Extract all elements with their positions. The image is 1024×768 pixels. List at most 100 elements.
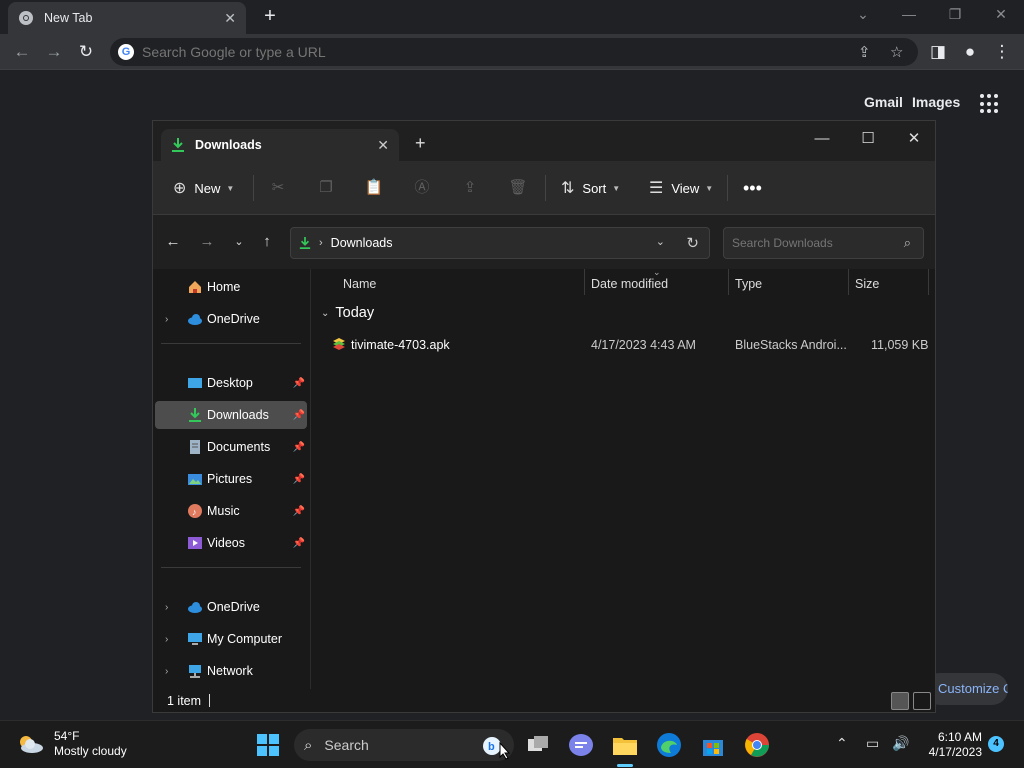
column-divider[interactable] bbox=[728, 269, 729, 295]
new-tab-button[interactable]: + bbox=[415, 133, 426, 154]
nav-item-videos[interactable]: Videos 📌 bbox=[155, 529, 307, 557]
nav-item-documents[interactable]: Documents 📌 bbox=[155, 433, 307, 461]
taskbar-search[interactable]: ⌕ Search b bbox=[294, 729, 514, 761]
reload-icon[interactable]: ↻ bbox=[74, 40, 98, 64]
tiles-view-button[interactable] bbox=[913, 692, 931, 710]
address-bar[interactable]: › Downloads ⌄ ↻ bbox=[290, 227, 710, 259]
task-view-icon[interactable] bbox=[524, 731, 552, 759]
maximize-button[interactable]: ☐ bbox=[845, 125, 891, 155]
omnibox-input[interactable] bbox=[142, 44, 822, 60]
column-header-date-modified[interactable]: Date modified bbox=[591, 277, 668, 291]
nav-item-onedrive-top[interactable]: › OneDrive bbox=[155, 305, 307, 333]
back-icon[interactable]: ← bbox=[163, 232, 183, 252]
omnibox[interactable]: G ⇪ ☆ bbox=[110, 38, 918, 66]
search-box[interactable]: ⌕ bbox=[723, 227, 924, 259]
group-header-today[interactable]: ⌄ Today bbox=[321, 305, 374, 321]
delete-icon[interactable]: 🗑 bbox=[507, 177, 529, 199]
notification-badge[interactable]: 4 bbox=[988, 736, 1004, 752]
pin-icon[interactable]: 📌 bbox=[293, 410, 305, 421]
explorer-tab-downloads[interactable]: Downloads ✕ bbox=[161, 129, 399, 161]
teams-chat-icon[interactable] bbox=[567, 731, 595, 759]
forward-icon[interactable]: → bbox=[197, 232, 217, 252]
column-divider[interactable] bbox=[848, 269, 849, 295]
cut-icon[interactable]: ✂ bbox=[267, 177, 289, 199]
nav-item-my-computer[interactable]: › My Computer bbox=[155, 625, 307, 653]
chevron-down-icon: ▼ bbox=[705, 183, 714, 193]
pin-icon[interactable]: 📌 bbox=[293, 538, 305, 549]
chrome-icon[interactable] bbox=[743, 731, 771, 759]
chevron-down-icon[interactable]: ⌄ bbox=[656, 235, 665, 248]
expand-chevron-icon[interactable]: › bbox=[165, 602, 168, 613]
google-apps-icon[interactable] bbox=[980, 94, 1000, 114]
up-icon[interactable]: ↑ bbox=[257, 232, 277, 252]
column-header-name[interactable]: Name bbox=[343, 277, 376, 291]
share-icon[interactable]: ⇪ bbox=[858, 43, 871, 61]
nav-item-pictures[interactable]: Pictures 📌 bbox=[155, 465, 307, 493]
rename-icon[interactable]: Ⓐ bbox=[411, 177, 433, 199]
chrome-toolbar: ← → ↻ G ⇪ ☆ ◨ ● ⋮ bbox=[0, 34, 1024, 70]
collapse-chevron-icon[interactable]: ⌄ bbox=[321, 308, 329, 319]
bookmark-star-icon[interactable]: ☆ bbox=[890, 43, 903, 61]
images-link[interactable]: Images bbox=[912, 94, 960, 110]
pin-icon[interactable]: 📌 bbox=[293, 506, 305, 517]
profile-icon[interactable]: ● bbox=[958, 40, 982, 64]
tab-search-icon[interactable]: ⌄ bbox=[840, 0, 886, 30]
customize-chrome-button[interactable]: Customize Chrome bbox=[924, 673, 1008, 705]
windows-start-icon[interactable] bbox=[254, 731, 282, 759]
show-hidden-icons-icon[interactable]: ⌃ bbox=[836, 735, 848, 752]
forward-icon[interactable]: → bbox=[42, 40, 66, 64]
close-tab-icon[interactable]: ✕ bbox=[377, 137, 389, 154]
nav-item-music[interactable]: ♪ Music 📌 bbox=[155, 497, 307, 525]
close-tab-icon[interactable]: ✕ bbox=[224, 10, 236, 27]
microsoft-store-icon[interactable] bbox=[699, 731, 727, 759]
pin-icon[interactable]: 📌 bbox=[293, 474, 305, 485]
expand-chevron-icon[interactable]: › bbox=[165, 634, 168, 645]
breadcrumb-downloads[interactable]: Downloads bbox=[331, 236, 393, 250]
restore-button[interactable]: ❐ bbox=[932, 0, 978, 30]
chrome-menu-icon[interactable]: ⋮ bbox=[990, 40, 1014, 64]
volume-icon[interactable]: 🔊 bbox=[892, 735, 909, 752]
new-button[interactable]: ⊕ New ▼ bbox=[173, 177, 234, 199]
view-button[interactable]: ☰ View ▼ bbox=[649, 177, 713, 199]
recent-locations-icon[interactable]: ⌄ bbox=[229, 232, 249, 252]
details-view-button[interactable] bbox=[891, 692, 909, 710]
side-panel-icon[interactable]: ◨ bbox=[926, 40, 950, 64]
minimize-button[interactable]: — bbox=[886, 0, 932, 30]
expand-chevron-icon[interactable]: › bbox=[165, 666, 168, 677]
nav-item-home[interactable]: Home bbox=[155, 273, 307, 301]
nav-item-network[interactable]: › Network bbox=[155, 657, 307, 685]
close-window-button[interactable]: ✕ bbox=[978, 0, 1024, 30]
column-divider[interactable] bbox=[928, 269, 929, 295]
nav-item-desktop[interactable]: Desktop 📌 bbox=[155, 369, 307, 397]
copy-icon[interactable]: ❐ bbox=[315, 177, 337, 199]
network-status-icon[interactable]: ▭ bbox=[866, 735, 879, 752]
column-divider[interactable] bbox=[584, 269, 585, 295]
weather-widget[interactable]: 54°F Mostly cloudy bbox=[16, 729, 127, 759]
sort-button[interactable]: ⇅ Sort ▼ bbox=[561, 177, 620, 199]
nav-item-onedrive[interactable]: › OneDrive bbox=[155, 593, 307, 621]
minimize-button[interactable]: — bbox=[799, 125, 845, 155]
column-header-size[interactable]: Size bbox=[855, 277, 879, 291]
chrome-tab-new-tab[interactable]: New Tab ✕ bbox=[8, 2, 246, 34]
see-more-button[interactable]: ••• bbox=[743, 177, 762, 199]
pin-icon[interactable]: 📌 bbox=[293, 442, 305, 453]
refresh-icon[interactable]: ↻ bbox=[686, 234, 699, 252]
edge-icon[interactable] bbox=[655, 731, 683, 759]
system-clock[interactable]: 6:10 AM 4/17/2023 bbox=[922, 730, 982, 760]
sort-icon: ⇅ bbox=[561, 180, 575, 197]
close-window-button[interactable]: ✕ bbox=[891, 125, 935, 155]
table-row[interactable]: tivimate-4703.apk 4/17/2023 4:43 AM Blue… bbox=[329, 333, 933, 357]
expand-chevron-icon[interactable]: › bbox=[165, 314, 168, 325]
gmail-link[interactable]: Gmail bbox=[864, 94, 903, 110]
divider bbox=[545, 175, 546, 201]
share-icon[interactable]: ⇪ bbox=[459, 177, 481, 199]
file-explorer-icon[interactable] bbox=[611, 731, 639, 759]
pin-icon[interactable]: 📌 bbox=[293, 378, 305, 389]
back-icon[interactable]: ← bbox=[10, 40, 34, 64]
svg-text:♪: ♪ bbox=[192, 507, 197, 517]
nav-item-downloads[interactable]: Downloads 📌 bbox=[155, 401, 307, 429]
search-input[interactable] bbox=[732, 228, 892, 258]
new-tab-button[interactable]: + bbox=[258, 5, 282, 29]
column-header-type[interactable]: Type bbox=[735, 277, 762, 291]
paste-icon[interactable]: 📋 bbox=[363, 177, 385, 199]
